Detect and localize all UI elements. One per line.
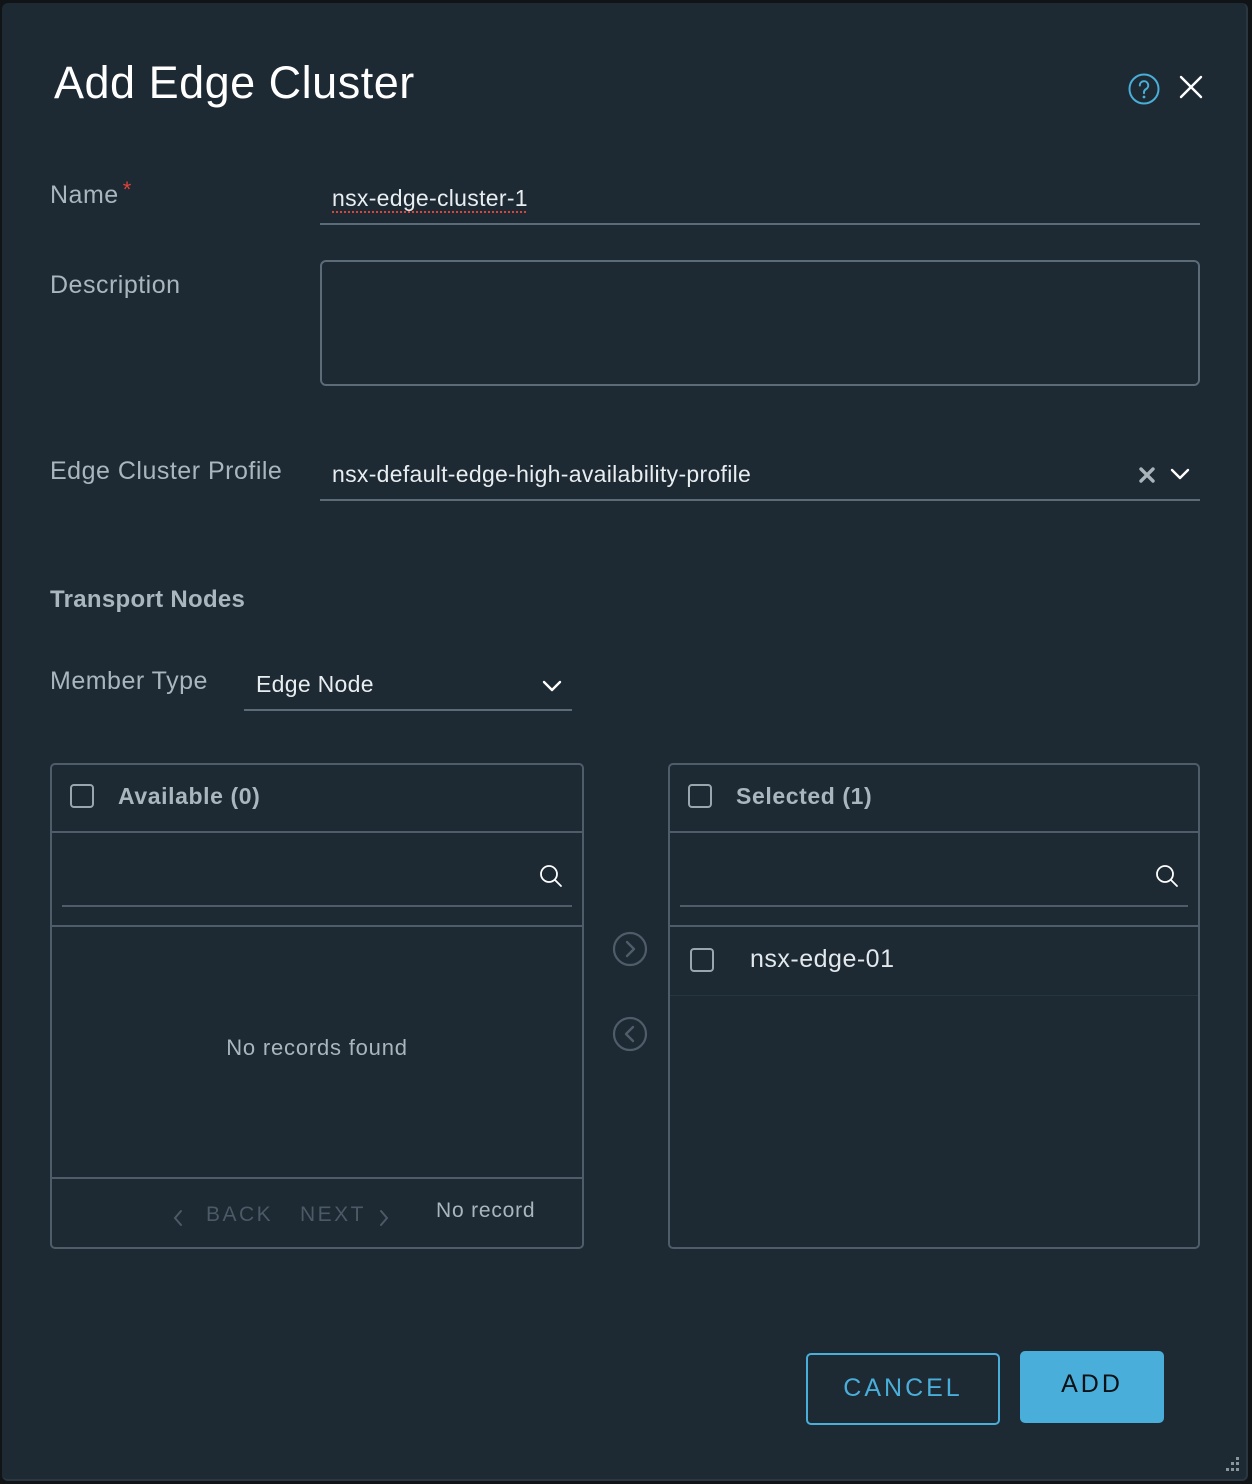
available-pager: BACK NEXT No record (52, 1177, 582, 1249)
search-icon[interactable] (1154, 863, 1180, 889)
list-item[interactable]: nsx-edge-01 (670, 927, 1198, 996)
add-edge-cluster-dialog: Add Edge Cluster Name * nsx-edge-cluster-… (2, 3, 1248, 1481)
available-panel: Available (0) No records found BACK NEXT… (50, 763, 584, 1249)
name-label: Name * (50, 177, 132, 210)
selected-title: Selected (1) (736, 783, 873, 809)
member-type-value: Edge Node (256, 671, 374, 697)
description-label: Description (50, 271, 181, 299)
move-left-icon[interactable] (612, 1016, 648, 1052)
available-search-input[interactable] (62, 851, 526, 893)
move-right-icon[interactable] (612, 931, 648, 967)
edge-cluster-profile-label: Edge Cluster Profile (50, 457, 283, 485)
description-textarea[interactable] (320, 260, 1200, 386)
chevron-down-icon[interactable] (1170, 467, 1190, 481)
available-title: Available (0) (118, 783, 261, 809)
list-item-label: nsx-edge-01 (750, 945, 895, 973)
chevron-left-icon (173, 1210, 182, 1226)
help-icon[interactable] (1128, 73, 1160, 105)
name-input[interactable]: nsx-edge-cluster-1 (320, 181, 1200, 225)
transport-nodes-heading: Transport Nodes (50, 586, 246, 613)
edge-cluster-profile-value: nsx-default-edge-high-availability-profi… (332, 461, 752, 487)
pager-back-button[interactable]: BACK (206, 1203, 273, 1227)
name-input-value[interactable]: nsx-edge-cluster-1 (332, 185, 528, 212)
pager-next-button[interactable]: NEXT (300, 1203, 366, 1227)
clear-selection-icon[interactable] (1138, 466, 1156, 484)
edge-cluster-profile-select[interactable]: nsx-default-edge-high-availability-profi… (320, 455, 1200, 501)
required-marker: * (122, 177, 132, 202)
available-search (62, 831, 572, 907)
pager-status: No record (436, 1199, 536, 1222)
chevron-down-icon[interactable] (542, 679, 562, 693)
chevron-right-icon (380, 1210, 389, 1226)
name-label-text: Name (50, 181, 119, 209)
divider (52, 925, 582, 927)
available-select-all-checkbox[interactable] (70, 784, 94, 808)
empty-state-text: No records found (226, 1035, 408, 1060)
selected-search-input[interactable] (680, 851, 1144, 893)
list-item-checkbox[interactable] (690, 948, 714, 972)
search-icon[interactable] (538, 863, 564, 889)
cancel-button[interactable]: CANCEL (806, 1353, 1000, 1425)
add-button[interactable]: ADD (1020, 1351, 1164, 1423)
close-icon[interactable] (1178, 74, 1204, 100)
selected-select-all-checkbox[interactable] (688, 784, 712, 808)
available-panel-header: Available (0) (52, 765, 582, 833)
selected-panel-header: Selected (1) (670, 765, 1198, 833)
resize-grip-icon[interactable] (1222, 1455, 1240, 1473)
member-type-select[interactable]: Edge Node (244, 665, 572, 711)
selected-panel: Selected (1) nsx-edge-01 (668, 763, 1200, 1249)
selected-search (680, 831, 1188, 907)
dialog-title: Add Edge Cluster (54, 57, 415, 108)
member-type-label: Member Type (50, 667, 208, 695)
